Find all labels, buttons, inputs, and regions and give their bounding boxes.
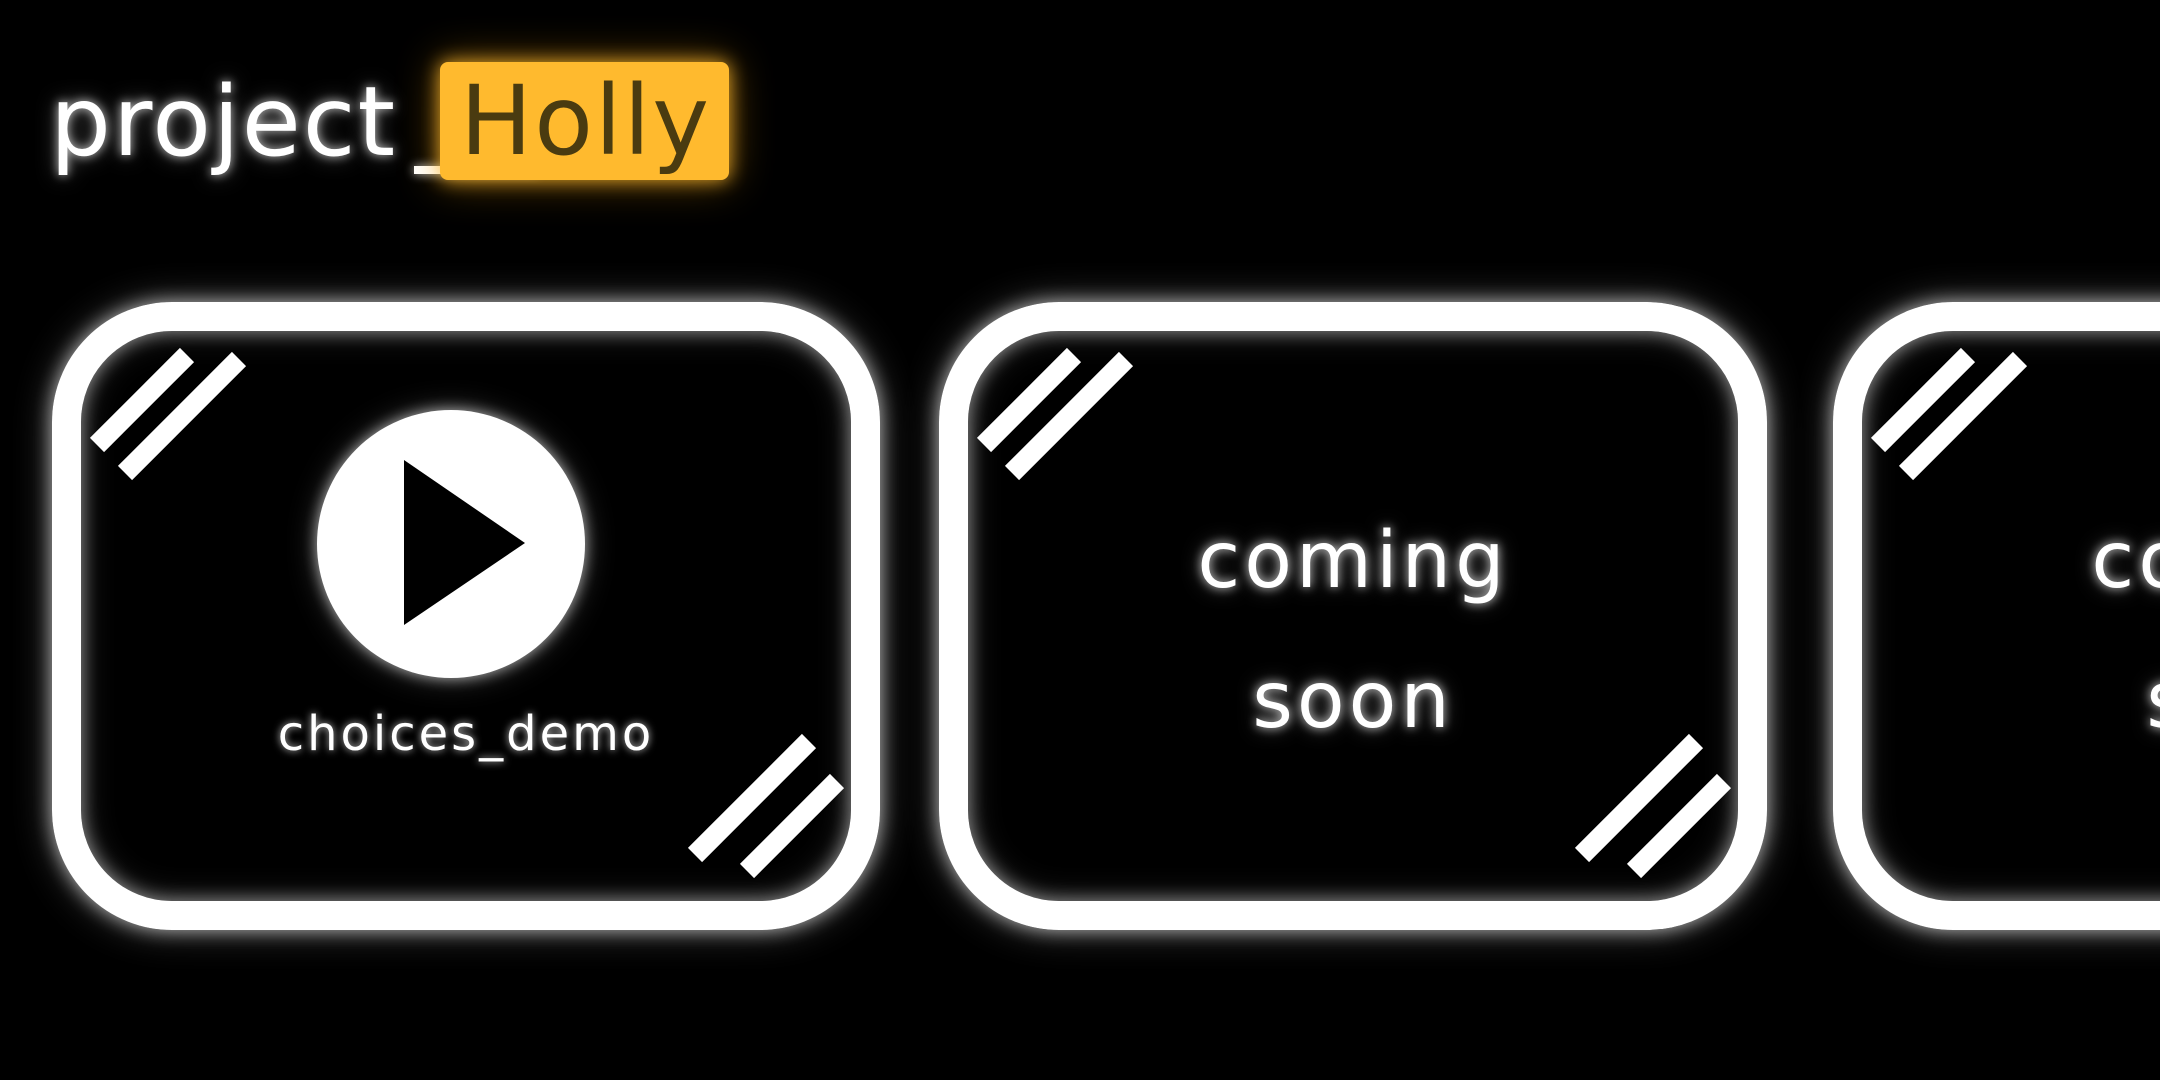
glare-icon: [657, 715, 847, 905]
play-icon: [404, 460, 525, 625]
level-card-locked: coming soon: [1833, 302, 2160, 930]
glare-icon: [1544, 715, 1734, 905]
game-logo: project Holly: [50, 62, 730, 180]
logo-highlight-text: Holly: [460, 65, 712, 177]
menu-screen: project Holly choices_demo coming soon c: [0, 0, 2160, 1080]
coming-soon-text: coming soon: [1862, 491, 2160, 771]
coming-soon-line1: coming: [1197, 516, 1509, 606]
level-card-choices-demo[interactable]: choices_demo: [52, 302, 880, 930]
glare-icon: [87, 339, 277, 529]
play-button[interactable]: [317, 410, 585, 678]
logo-prefix: project: [50, 66, 398, 178]
coming-soon-line1: coming: [2091, 516, 2160, 606]
coming-soon-line2: soon: [1862, 631, 2160, 771]
logo-highlight-badge: Holly: [440, 62, 730, 180]
level-card-locked: coming soon: [939, 302, 1767, 930]
